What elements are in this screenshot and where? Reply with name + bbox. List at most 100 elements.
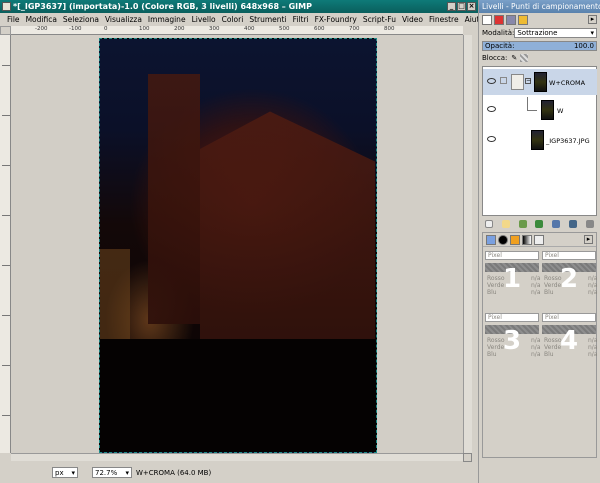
menu-seleziona[interactable]: Seleziona xyxy=(60,15,102,24)
gimp-app-icon xyxy=(2,2,11,11)
vertical-scrollbar[interactable] xyxy=(463,35,472,453)
zoom-value: 72.7% xyxy=(95,468,118,477)
minimize-icon[interactable]: _ xyxy=(447,2,456,11)
horizontal-ruler[interactable]: -200 -100 0 100 200 300 400 500 600 700 … xyxy=(11,26,463,35)
canvas-area[interactable] xyxy=(11,35,463,453)
ruler-label: 100 xyxy=(139,26,150,32)
sampler-dock-tabs: ▸ xyxy=(483,233,596,247)
new-layer-icon[interactable] xyxy=(485,220,493,228)
sampler-label-red: Rosso xyxy=(544,275,562,282)
channels-tab-icon[interactable] xyxy=(494,15,504,25)
menu-strumenti[interactable]: Strumenti xyxy=(246,15,289,24)
menu-finestre[interactable]: Finestre xyxy=(426,15,462,24)
layer-name[interactable]: W xyxy=(557,107,563,115)
menu-video[interactable]: Video xyxy=(399,15,426,24)
layer-name[interactable]: W+CROMA xyxy=(549,79,585,87)
delete-layer-icon[interactable] xyxy=(585,220,594,228)
chevron-down-icon: ▾ xyxy=(125,468,129,477)
eye-icon[interactable] xyxy=(487,136,496,142)
ruler-tick xyxy=(2,415,10,416)
ruler-label: 500 xyxy=(279,26,290,32)
image-side-building xyxy=(100,249,130,349)
histogram-tab-icon[interactable] xyxy=(498,234,508,245)
eye-icon[interactable] xyxy=(487,106,496,112)
statusbar: px ▾ 72.7% ▾ W+CROMA (64.0 MB) xyxy=(0,462,478,483)
pointer-tab-icon[interactable] xyxy=(486,234,496,245)
lower-layer-icon[interactable] xyxy=(535,220,544,228)
opacity-value: 100.0 xyxy=(573,42,594,50)
anchor-layer-icon[interactable] xyxy=(569,220,578,228)
duplicate-layer-icon[interactable] xyxy=(552,220,561,228)
undo-tab-icon[interactable] xyxy=(518,15,528,25)
ruler-label: 200 xyxy=(174,26,185,32)
lock-pixels-icon[interactable]: ✎ xyxy=(511,54,517,62)
sample-points-panel: ▸ Pixel Rosso n/a Verde n/a Blu n/a 1 Pixel… xyxy=(482,232,598,458)
sampler-value: n/a xyxy=(588,289,598,296)
palette-tab-icon[interactable] xyxy=(534,234,544,245)
navigate-icon[interactable] xyxy=(463,453,472,462)
sampler-label-green: Verde xyxy=(487,282,505,289)
lock-alpha-icon[interactable] xyxy=(520,54,529,62)
menu-immagine[interactable]: Immagine xyxy=(145,15,189,24)
layer-row[interactable]: − W+CROMA xyxy=(483,69,597,95)
ruler-tick xyxy=(2,65,10,66)
mode-value: Sottrazione xyxy=(517,29,558,37)
ruler-label: -100 xyxy=(69,26,82,32)
ruler-label: -200 xyxy=(35,26,48,32)
maximize-icon[interactable]: □ xyxy=(457,2,466,11)
sampler-mode-select[interactable]: Pixel xyxy=(485,251,539,260)
sampler-label-blue: Blu xyxy=(487,351,497,358)
opacity-label: Opacità: xyxy=(485,42,515,50)
sampler-label-green: Verde xyxy=(544,282,562,289)
unit-select[interactable]: px ▾ xyxy=(52,467,78,478)
menu-file[interactable]: File xyxy=(4,15,23,24)
menu-fx-foundry[interactable]: FX-Foundry xyxy=(312,15,360,24)
sampler-value: n/a xyxy=(531,275,541,282)
ruler-label: 400 xyxy=(244,26,255,32)
ruler-label: 700 xyxy=(349,26,360,32)
menu-livello[interactable]: Livello xyxy=(189,15,219,24)
vertical-ruler[interactable] xyxy=(0,35,11,453)
sampler-number: 2 xyxy=(560,264,579,294)
zoom-select[interactable]: 72.7% ▾ xyxy=(92,467,132,478)
window-titlebar[interactable]: *[_IGP3637] (importata)-1.0 (Colore RGB,… xyxy=(0,0,478,13)
new-group-icon[interactable] xyxy=(501,220,510,228)
dock-titlebar[interactable]: Livelli - Punti di campionamento xyxy=(479,0,600,13)
sampler-mode-select[interactable]: Pixel xyxy=(542,251,596,260)
menu-script-fu[interactable]: Script-Fu xyxy=(360,15,399,24)
sampler-mode: Pixel xyxy=(545,252,559,259)
horizontal-scrollbar[interactable] xyxy=(11,453,463,461)
image-canvas[interactable] xyxy=(99,38,377,453)
collapse-icon[interactable]: − xyxy=(525,78,531,84)
menu-filtri[interactable]: Filtri xyxy=(290,15,312,24)
sample-points-tab-icon[interactable] xyxy=(510,234,520,245)
layer-row[interactable]: _IGP3637.JPG xyxy=(483,127,597,153)
opacity-slider[interactable]: Opacità: 100.0 xyxy=(482,41,597,51)
mode-select[interactable]: Sottrazione ▾ xyxy=(514,28,597,38)
chain-icon[interactable] xyxy=(500,77,507,84)
raise-layer-icon[interactable] xyxy=(518,220,527,228)
eye-icon[interactable] xyxy=(487,78,496,84)
layers-tab-icon[interactable] xyxy=(482,15,492,25)
gimp-image-window: *[_IGP3637] (importata)-1.0 (Colore RGB,… xyxy=(0,0,484,483)
menu-modifica[interactable]: Modifica xyxy=(23,15,60,24)
sampler-number: 1 xyxy=(503,264,522,294)
ruler-tick xyxy=(2,315,10,316)
layer-name[interactable]: _IGP3637.JPG xyxy=(546,137,590,145)
mode-row: Modalità: Sottrazione ▾ xyxy=(479,27,600,39)
colors-tab-icon[interactable] xyxy=(522,234,532,245)
close-icon[interactable]: × xyxy=(467,2,476,11)
layer-mask-thumbnail xyxy=(511,74,524,90)
sampler-dock-menu-icon[interactable]: ▸ xyxy=(584,235,593,244)
dock-menu-icon[interactable]: ▸ xyxy=(588,15,597,24)
paths-tab-icon[interactable] xyxy=(506,15,516,25)
layer-row[interactable]: W xyxy=(483,97,597,123)
layer-thumbnail xyxy=(534,72,547,92)
sampler-mode-select[interactable]: Pixel xyxy=(542,313,596,322)
menu-colori[interactable]: Colori xyxy=(219,15,247,24)
image-dark-base xyxy=(100,339,376,452)
sampler-2: Pixel Rosso n/a Verde n/a Blu n/a 2 xyxy=(542,251,598,303)
menu-visualizza[interactable]: Visualizza xyxy=(102,15,145,24)
ruler-corner-button[interactable] xyxy=(0,26,11,35)
sampler-mode-select[interactable]: Pixel xyxy=(485,313,539,322)
